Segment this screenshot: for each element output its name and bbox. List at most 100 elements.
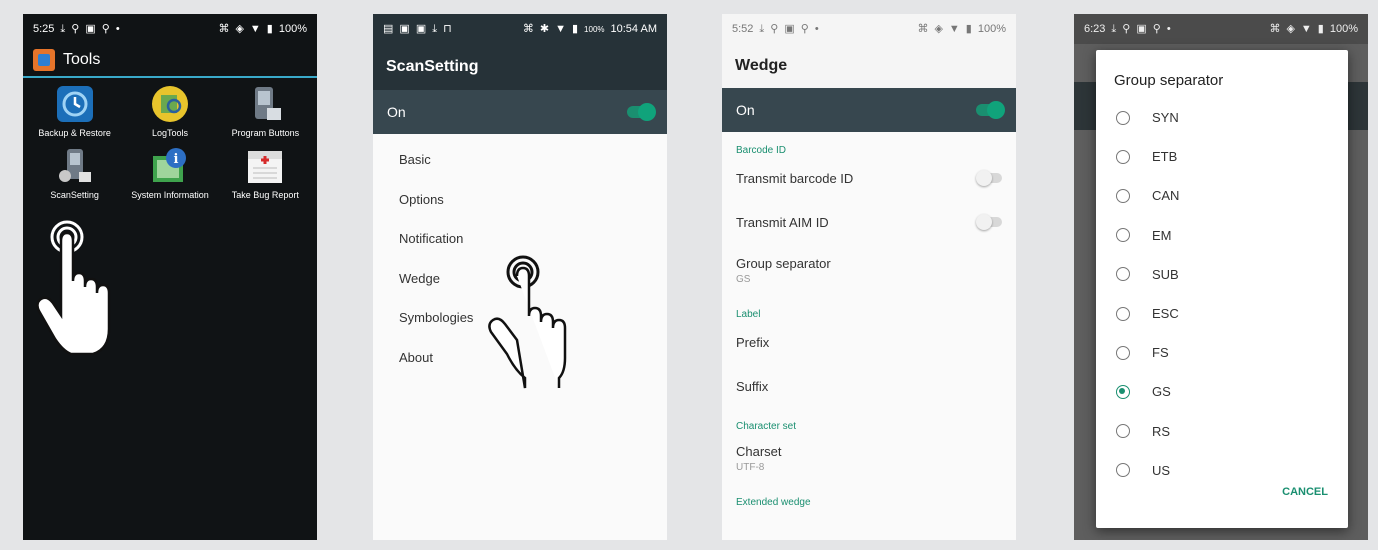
gallery-icon: ▣ — [399, 22, 410, 35]
system-information-icon: i — [152, 148, 186, 182]
app-logtools[interactable]: LogTools — [122, 84, 217, 138]
status-bar: 5:25 ⤓ ⚲ ▣ ⚲ • ⌘ ◈ ▼ ▮ 100% — [23, 14, 317, 44]
page-title: Tools — [63, 51, 101, 68]
gallery-icon: ▣ — [1136, 22, 1147, 35]
option-syn[interactable]: SYN — [1096, 98, 1348, 137]
group-separator-dialog: Group separator SYN ETB CAN EM SUB ESC F… — [1096, 50, 1348, 528]
menu-item-basic[interactable]: Basic — [373, 140, 667, 180]
option-rs[interactable]: RS — [1096, 412, 1348, 451]
app-system-information[interactable]: i System Information — [122, 146, 217, 200]
menu-item-options[interactable]: Options — [373, 180, 667, 220]
option-can[interactable]: CAN — [1096, 176, 1348, 215]
menu-item-notification[interactable]: Notification — [373, 219, 667, 259]
pref-group-separator[interactable]: Group separator GS — [722, 244, 1016, 296]
pref-value: GS — [736, 273, 751, 285]
screen-wedge: 5:52 ⤓ ⚲ ▣ ⚲ • ⌘ ◈ ▼ ▮ 100% Wedge On Bar… — [722, 14, 1016, 540]
battery-level: 100% — [278, 23, 307, 35]
status-time: 6:23 — [1084, 23, 1106, 35]
battery-icon: ▮ — [965, 22, 972, 35]
app-grid: Backup & Restore LogTools Program Button… — [23, 78, 317, 200]
battery-icon: ▮ — [266, 22, 273, 35]
dot-icon: • — [115, 22, 120, 35]
download-icon: ⤓ — [759, 22, 765, 35]
category-barcode-id: Barcode ID — [736, 145, 787, 156]
radio-button[interactable] — [1116, 424, 1130, 439]
nfc-icon: ⌘ — [522, 22, 534, 35]
app-backup-restore[interactable]: Backup & Restore — [27, 84, 122, 138]
option-sub[interactable]: SUB — [1096, 255, 1348, 294]
category-label: Label — [736, 309, 761, 320]
location-icon: ⚲ — [1152, 22, 1161, 35]
pref-transmit-barcode-id[interactable]: Transmit barcode ID — [722, 156, 1016, 200]
radio-button[interactable] — [1116, 110, 1130, 125]
pref-label: Transmit barcode ID — [736, 170, 854, 186]
app-take-bug-report[interactable]: Take Bug Report — [218, 146, 313, 200]
switch-label: On — [736, 102, 755, 118]
pref-charset[interactable]: Charset UTF-8 — [722, 432, 1016, 484]
status-bar: 5:52 ⤓ ⚲ ▣ ⚲ • ⌘ ◈ ▼ ▮ 100% — [722, 14, 1016, 44]
bluetooth-icon: ✱ — [539, 22, 550, 35]
option-us[interactable]: US — [1096, 451, 1348, 490]
radio-button[interactable] — [1116, 306, 1130, 321]
vibrate-icon: ◈ — [235, 22, 244, 35]
option-gs[interactable]: GS — [1096, 372, 1348, 411]
radio-button[interactable] — [1116, 228, 1130, 243]
download-icon: ⤓ — [432, 22, 438, 35]
radio-button[interactable] — [1116, 149, 1130, 164]
page-title: Wedge — [722, 44, 1016, 88]
location-icon: ⚲ — [770, 22, 779, 35]
radio-button[interactable] — [1116, 188, 1130, 203]
pref-prefix[interactable]: Prefix — [722, 320, 1016, 364]
transmit-aim-id-toggle[interactable] — [976, 214, 1002, 230]
category-extended-wedge: Extended wedge — [736, 497, 811, 508]
master-switch-bar[interactable]: On — [373, 90, 667, 134]
location-icon: ⚲ — [71, 22, 80, 35]
wifi-icon: ▼ — [948, 22, 960, 35]
lock-icon: ⊓ — [443, 22, 452, 35]
pref-label: Charset — [736, 443, 782, 459]
category-character-set: Character set — [736, 421, 797, 432]
pref-suffix[interactable]: Suffix — [722, 364, 1016, 408]
radio-button[interactable] — [1116, 463, 1130, 478]
status-time: 10:54 AM — [610, 23, 657, 35]
master-toggle[interactable] — [976, 101, 1005, 119]
option-fs[interactable]: FS — [1096, 333, 1348, 372]
master-toggle[interactable] — [627, 103, 656, 121]
battery-level: 100% — [1329, 23, 1358, 35]
app-bar: Tools — [23, 44, 317, 78]
cancel-button[interactable]: CANCEL — [1282, 486, 1328, 498]
page-title: ScanSetting — [386, 58, 479, 75]
app-program-buttons[interactable]: Program Buttons — [218, 84, 313, 138]
program-buttons-icon — [255, 87, 282, 120]
vibrate-icon: ◈ — [1286, 22, 1295, 35]
nfc-icon: ⌘ — [917, 22, 929, 35]
option-etb[interactable]: ETB — [1096, 137, 1348, 176]
download-icon: ⤓ — [1111, 22, 1117, 35]
location-icon: ⚲ — [101, 22, 110, 35]
screen-scansetting: ▤ ▣ ▣ ⤓ ⊓ ⌘ ✱ ▼ ▮ 100% 10:54 AM ScanSett… — [373, 14, 667, 540]
dialog-title: Group separator — [1114, 72, 1224, 89]
download-icon: ⤓ — [60, 22, 66, 35]
gallery-icon: ▣ — [784, 22, 795, 35]
transmit-barcode-id-toggle[interactable] — [976, 170, 1002, 186]
battery-icon: ▮ — [571, 22, 579, 35]
nfc-icon: ⌘ — [1269, 22, 1281, 35]
pref-label: Transmit AIM ID — [736, 214, 829, 230]
hand-pointer-icon — [36, 220, 111, 356]
pref-label: Suffix — [736, 378, 769, 394]
backup-restore-icon — [56, 86, 93, 122]
location-icon: ⚲ — [800, 22, 809, 35]
wifi-icon: ▼ — [249, 22, 261, 35]
radio-button[interactable] — [1116, 345, 1130, 360]
radio-button-selected[interactable] — [1116, 384, 1130, 399]
message-icon: ▤ — [383, 22, 394, 35]
pref-transmit-aim-id[interactable]: Transmit AIM ID — [722, 200, 1016, 244]
status-time: 5:52 — [732, 23, 754, 35]
option-em[interactable]: EM — [1096, 216, 1348, 255]
radio-button[interactable] — [1116, 267, 1130, 282]
bug-report-icon — [248, 151, 283, 183]
option-esc[interactable]: ESC — [1096, 294, 1348, 333]
master-switch-bar[interactable]: On — [722, 88, 1016, 132]
hand-pointer-icon — [488, 255, 567, 389]
app-scansetting[interactable]: ScanSetting — [27, 146, 122, 200]
